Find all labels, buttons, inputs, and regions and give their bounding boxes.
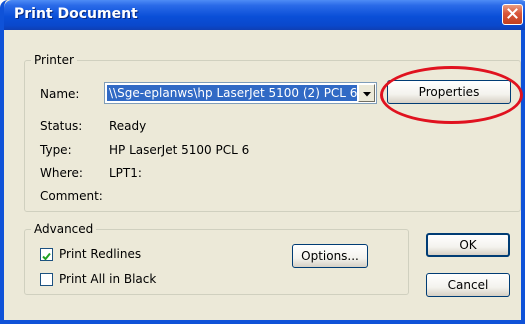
close-icon — [507, 7, 518, 22]
printer-group-label: Printer — [31, 53, 77, 67]
print-redlines-box[interactable] — [40, 248, 53, 261]
printer-dropdown-button[interactable] — [358, 84, 375, 102]
print-all-black-box[interactable] — [40, 273, 53, 286]
window-title: Print Document — [14, 6, 138, 22]
options-label: Options... — [301, 249, 359, 263]
type-value: HP LaserJet 5100 PCL 6 — [109, 143, 250, 157]
ok-label: OK — [459, 238, 477, 252]
ok-button[interactable]: OK — [426, 233, 510, 257]
options-button[interactable]: Options... — [292, 244, 368, 268]
properties-label: Properties — [418, 85, 480, 99]
print-redlines-label: Print Redlines — [59, 247, 142, 261]
comment-label: Comment: — [40, 189, 103, 203]
title-bar[interactable]: Print Document — [4, 0, 525, 30]
type-label: Type: — [40, 143, 72, 157]
print-all-black-checkbox[interactable]: Print All in Black — [40, 272, 190, 288]
status-value: Ready — [109, 119, 147, 133]
advanced-group-label: Advanced — [31, 222, 97, 236]
cancel-label: Cancel — [447, 278, 489, 292]
properties-button[interactable]: Properties — [387, 80, 511, 104]
check-icon — [42, 250, 51, 264]
close-button[interactable] — [502, 4, 523, 25]
name-label: Name: — [40, 87, 80, 101]
printer-name-select[interactable]: \\Sge-eplanws\hp LaserJet 5100 (2) PCL 6 — [104, 82, 377, 104]
print-all-black-label: Print All in Black — [59, 272, 157, 286]
print-document-dialog: Print Document Printer Name: \\Sge-eplan… — [0, 0, 525, 324]
where-value: LPT1: — [109, 166, 142, 180]
cancel-button[interactable]: Cancel — [426, 273, 510, 297]
chevron-down-icon — [362, 86, 371, 100]
print-redlines-checkbox[interactable]: Print Redlines — [40, 247, 190, 263]
status-label: Status: — [40, 119, 83, 133]
printer-name-value: \\Sge-eplanws\hp LaserJet 5100 (2) PCL 6 — [107, 85, 357, 101]
where-label: Where: — [40, 166, 83, 180]
